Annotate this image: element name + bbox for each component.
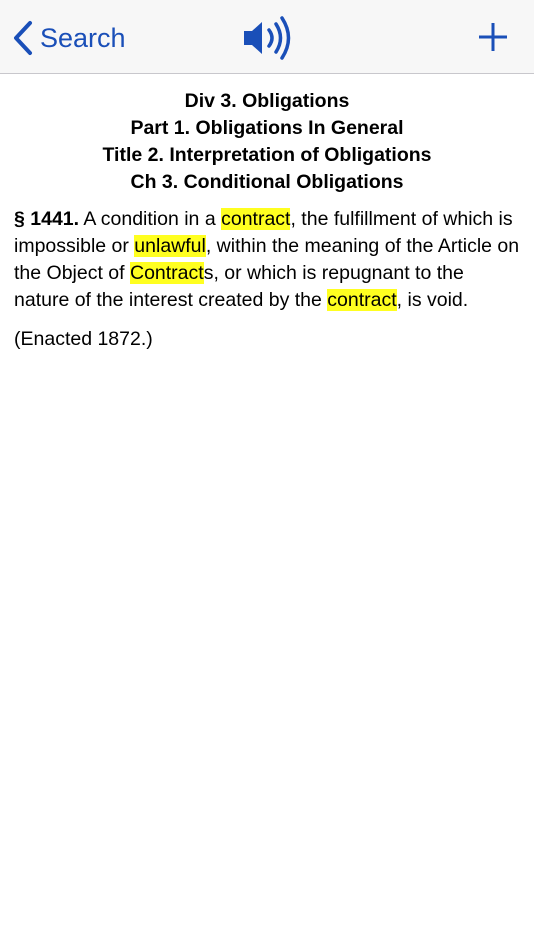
title-heading: Title 2. Interpretation of Obligations — [102, 144, 432, 166]
back-button-label: Search — [40, 22, 126, 53]
statute-content: Div 3. Obligations Part 1. Obligations I… — [0, 88, 534, 353]
add-button[interactable] — [474, 18, 512, 56]
highlighted-term: contract — [221, 208, 291, 230]
highlighted-term: contract — [327, 289, 397, 311]
chevron-left-icon — [14, 21, 32, 55]
highlighted-term: Contract — [129, 262, 204, 284]
navigation-bar: Search — [0, 0, 534, 74]
speaker-icon — [244, 16, 291, 60]
division-heading: Div 3. Obligations — [184, 90, 350, 112]
enacted-note: (Enacted 1872.) — [14, 328, 153, 350]
section-number: § 1441. — [14, 208, 80, 230]
section-text-part: A condition in a — [79, 208, 222, 230]
plus-icon — [479, 23, 507, 51]
highlighted-term: unlawful — [134, 235, 206, 257]
section-text: § 1441. A condition in a contract, the f… — [14, 206, 520, 314]
section-text-part: , is void. — [396, 289, 469, 311]
back-button[interactable]: Search — [12, 18, 126, 58]
speaker-button[interactable] — [240, 15, 292, 61]
part-heading: Part 1. Obligations In General — [130, 117, 404, 139]
chapter-heading: Ch 3. Conditional Obligations — [130, 171, 404, 193]
